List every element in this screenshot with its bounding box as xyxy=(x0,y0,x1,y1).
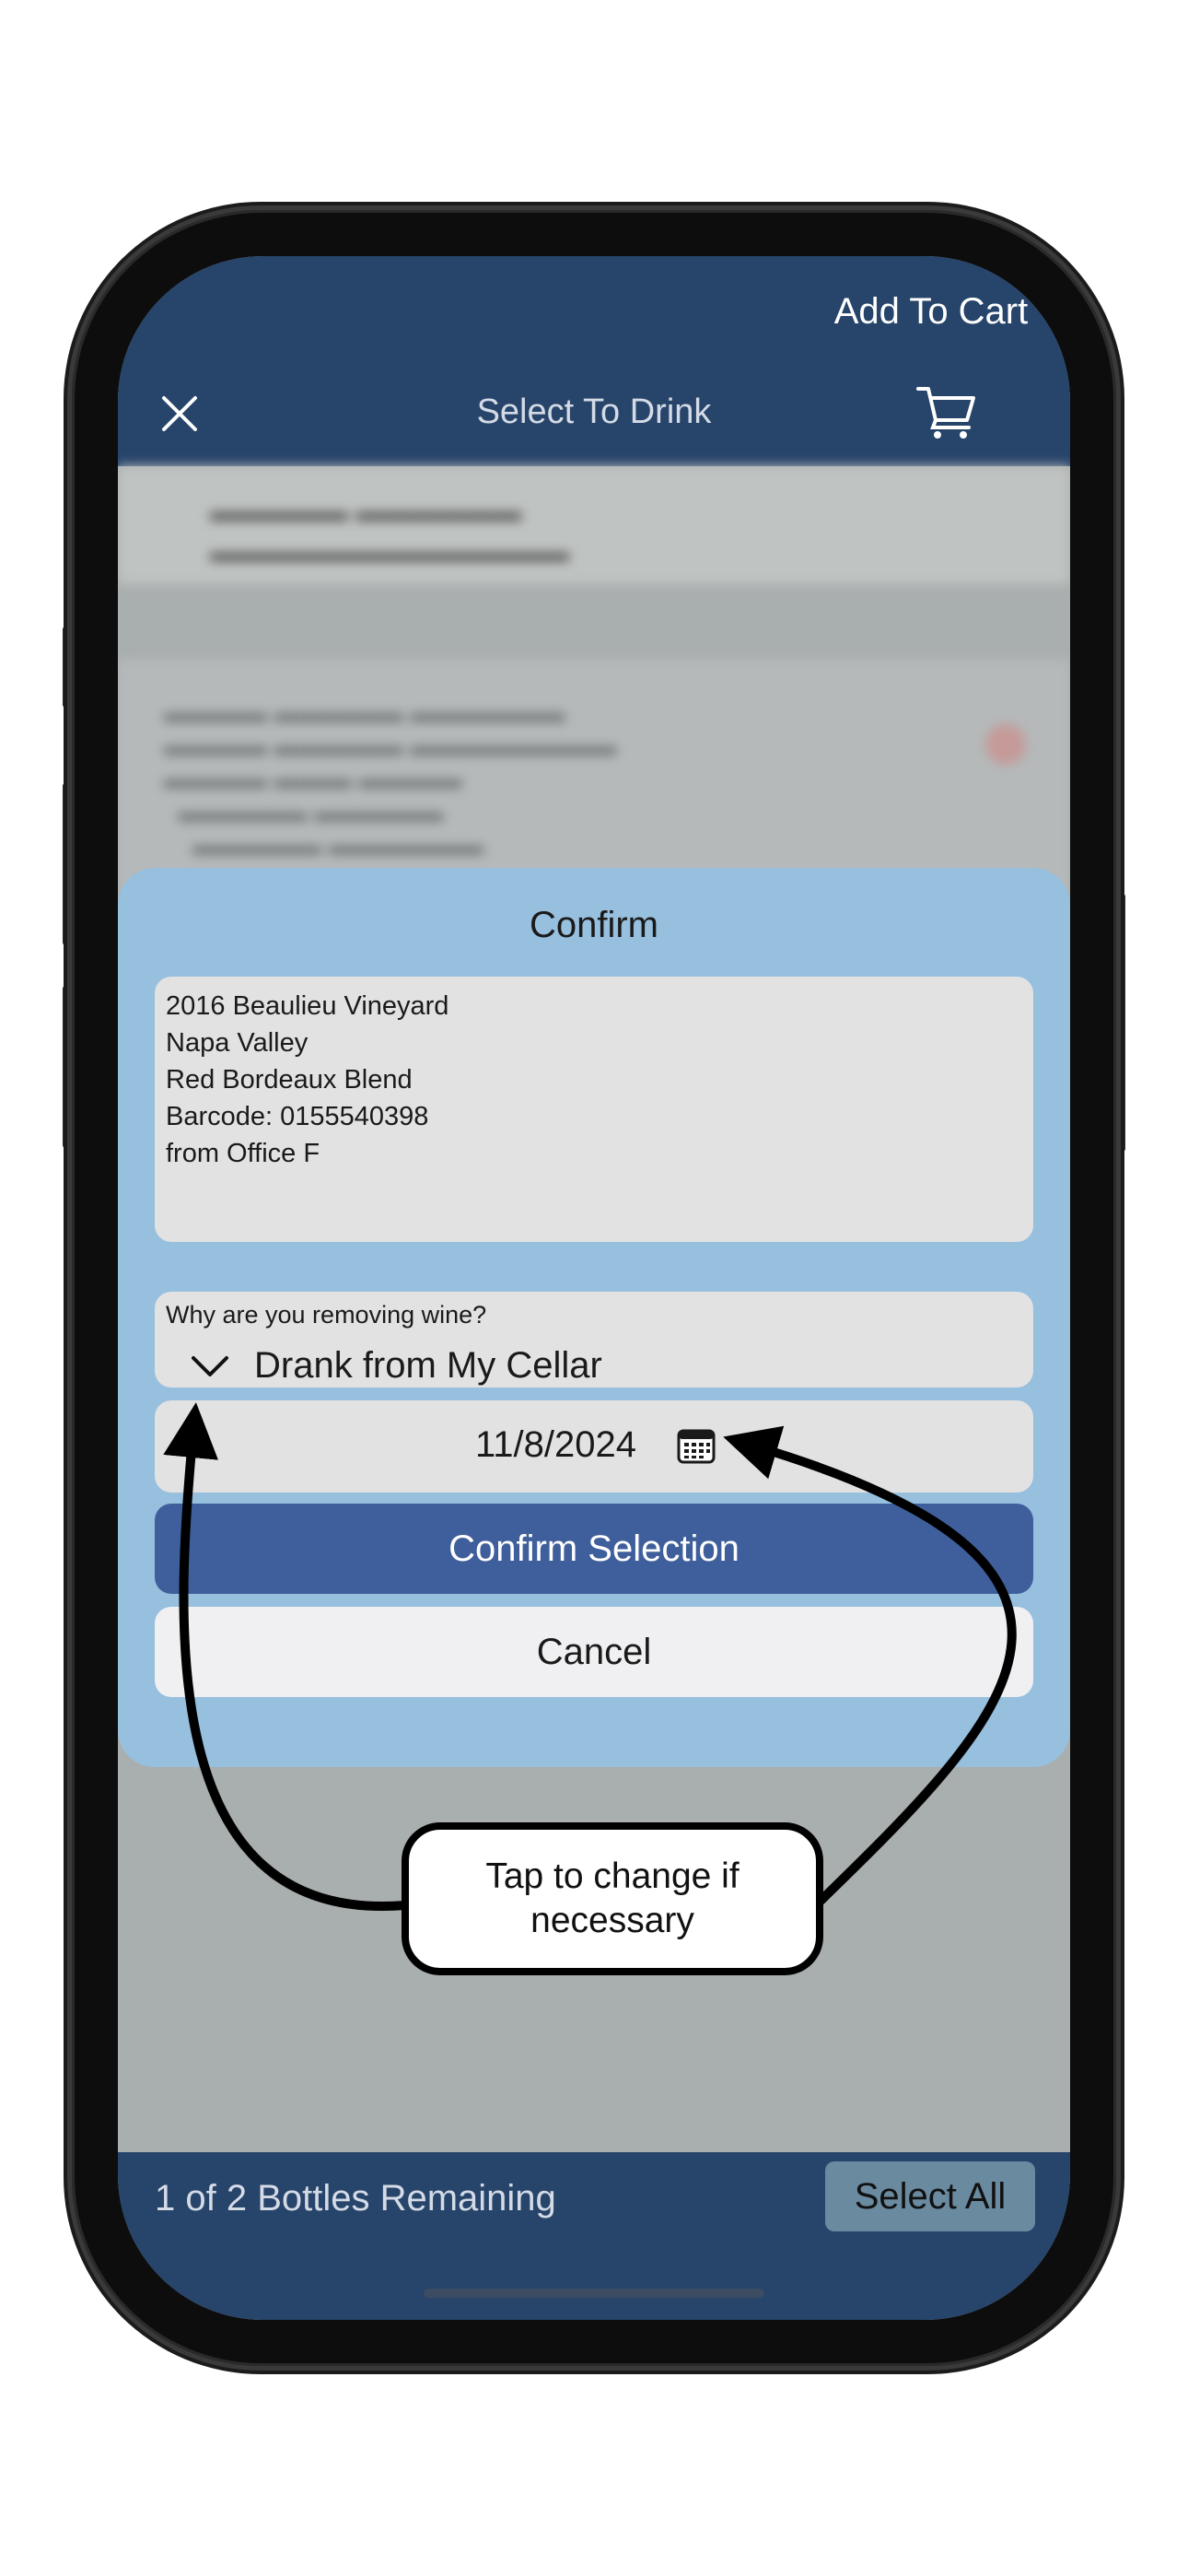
wine-details-line: Red Bordeaux Blend xyxy=(166,1065,413,1095)
cart-icon[interactable] xyxy=(915,383,978,440)
bottom-toolbar: 1 of 2 Bottles Remaining Select All xyxy=(118,2152,1070,2320)
status-dot-icon xyxy=(985,724,1026,765)
date-value[interactable]: 11/8/2024 xyxy=(475,1424,636,1466)
confirm-dialog: Confirm 2016 Beaulieu Vineyard Napa Vall… xyxy=(118,868,1070,1767)
wine-details-box: 2016 Beaulieu Vineyard Napa Valley Red B… xyxy=(155,977,1033,1242)
annotation-callout: Tap to change if necessary xyxy=(402,1822,823,1975)
wine-details-line: from Office F xyxy=(166,1139,320,1168)
phone-power-button xyxy=(1116,894,1125,1152)
removal-reason-picker[interactable]: Why are you removing wine? Drank from My… xyxy=(155,1292,1033,1388)
removal-reason-label: Why are you removing wine? xyxy=(166,1301,487,1329)
blurred-text: ▬▬▬▬ ▬▬▬▬▬ ▬▬▬▬▬▬ ▬▬▬▬ ▬▬▬▬▬ ▬▬▬▬▬▬▬▬ ▬▬▬▬… xyxy=(164,698,617,860)
add-to-cart-button[interactable]: Add To Cart xyxy=(799,273,1063,350)
confirm-selection-button[interactable]: Confirm Selection xyxy=(155,1504,1033,1594)
wine-details-line: Barcode: 0155540398 xyxy=(166,1102,429,1131)
select-all-button[interactable]: Select All xyxy=(825,2161,1035,2231)
app-screen: Select To Drink ▬▬▬▬▬ ▬▬▬▬▬▬ ▬▬▬▬▬▬▬▬▬▬▬▬… xyxy=(118,256,1070,2320)
list-item: ▬▬▬▬ ▬▬▬▬▬ ▬▬▬▬▬▬ ▬▬▬▬ ▬▬▬▬▬ ▬▬▬▬▬▬▬▬ ▬▬▬▬… xyxy=(118,660,1070,899)
removal-reason-value[interactable]: Drank from My Cellar xyxy=(254,1345,602,1387)
phone-action-button xyxy=(63,626,72,708)
list-item: ▬▬▬▬▬ ▬▬▬▬▬▬ ▬▬▬▬▬▬▬▬▬▬▬▬▬ xyxy=(118,466,1070,584)
phone-volume-down-button xyxy=(63,986,72,1148)
home-indicator xyxy=(424,2289,764,2298)
chevron-down-icon[interactable] xyxy=(190,1352,230,1380)
wine-details-line: 2016 Beaulieu Vineyard xyxy=(166,991,449,1021)
dialog-title: Confirm xyxy=(529,905,659,945)
wine-details-line: Napa Valley xyxy=(166,1028,309,1058)
phone-volume-up-button xyxy=(63,783,72,945)
date-picker[interactable]: 11/8/2024 xyxy=(155,1400,1033,1493)
blurred-text: ▬▬▬▬▬ ▬▬▬▬▬▬ ▬▬▬▬▬▬▬▬▬▬▬▬▬ xyxy=(210,497,569,568)
calendar-icon[interactable] xyxy=(676,1426,716,1467)
bottles-remaining-text: 1 of 2 Bottles Remaining xyxy=(155,2178,556,2219)
cancel-button[interactable]: Cancel xyxy=(155,1607,1033,1697)
